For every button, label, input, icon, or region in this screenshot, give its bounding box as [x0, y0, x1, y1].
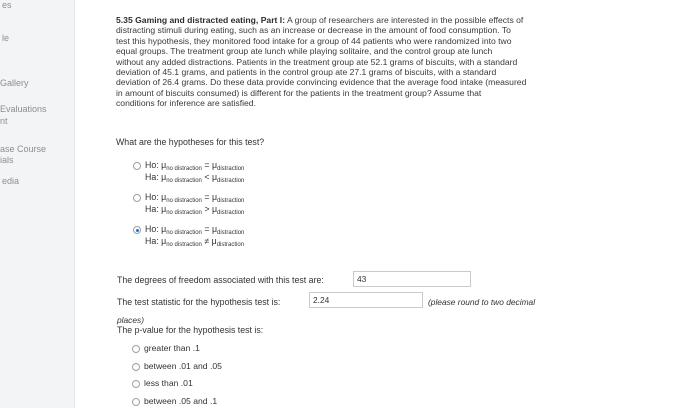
radio-button[interactable]	[132, 345, 140, 353]
main-content: 5.35 Gaming and distracted eating, Part …	[74, 0, 700, 408]
problem-line: test this hypothesis, they monitored foo…	[116, 35, 512, 46]
sidebar-item-course[interactable]: ase Course	[0, 144, 46, 154]
alt-hypothesis: Ha: μno distraction > μdistraction	[145, 204, 245, 216]
radio-button-selected[interactable]	[133, 226, 141, 234]
test-stat-input[interactable]	[309, 292, 423, 308]
problem-line: without any added distractions. Patients…	[116, 56, 518, 67]
alt-hypothesis: Ha: μno distraction ≠ μdistraction	[145, 236, 245, 248]
problem-line: conditions for inference are satisfied.	[116, 98, 256, 109]
problem-line: equal groups. The treatment group ate lu…	[116, 46, 493, 57]
null-hypothesis: Ho: μno distraction = μdistraction	[145, 224, 245, 236]
sidebar-item-gallery[interactable]: Gallery	[0, 78, 29, 88]
pvalue-option-label: between .01 and .05	[144, 361, 222, 371]
alt-hypothesis: Ha: μno distraction < μdistraction	[145, 172, 245, 184]
null-hypothesis: Ho: μno distraction = μdistraction	[145, 192, 245, 204]
rounding-note-cont: places)	[117, 315, 144, 325]
hypotheses-question: What are the hypotheses for this test?	[116, 137, 265, 147]
radio-button[interactable]	[132, 380, 140, 388]
radio-button[interactable]	[132, 398, 140, 406]
rounding-note: (please round to two decimal	[428, 297, 536, 307]
pvalue-label: The p-value for the hypothesis test is:	[117, 325, 264, 335]
problem-line: in amount of biscuits consumed) is diffe…	[116, 87, 482, 98]
test-stat-label: The test statistic for the hypothesis te…	[117, 297, 281, 307]
sidebar-item-media[interactable]: edia	[2, 176, 19, 186]
pvalue-option-label: greater than .1	[144, 343, 200, 353]
sidebar-item-materials[interactable]: ials	[0, 155, 14, 165]
null-hypothesis: Ho: μno distraction = μdistraction	[145, 160, 245, 172]
pvalue-option-label: between .05 and .1	[144, 396, 218, 406]
radio-button[interactable]	[133, 162, 141, 170]
problem-line: deviation of 45.1 grams, and patients in…	[116, 67, 497, 78]
sidebar-item-0[interactable]: es	[2, 0, 12, 10]
df-input[interactable]	[353, 271, 471, 287]
course-sidebar: es le Gallery Evaluations nt ase Course …	[0, 0, 75, 408]
problem-statement: 5.35 Gaming and distracted eating, Part …	[116, 15, 668, 109]
radio-button[interactable]	[132, 363, 140, 371]
problem-line: deviation of 26.4 grams. Do these data p…	[116, 77, 527, 88]
df-label: The degrees of freedom associated with t…	[117, 275, 324, 285]
problem-line: A group of researchers are interested in…	[286, 15, 524, 25]
pvalue-option-label: less than .01	[144, 378, 193, 388]
sidebar-item-evaluations[interactable]: Evaluations	[0, 104, 47, 114]
sidebar-item-4[interactable]: nt	[0, 116, 8, 126]
problem-title: 5.35 Gaming and distracted eating, Part …	[116, 15, 286, 25]
problem-line: distracting stimuli during eating, such …	[116, 25, 511, 36]
radio-button[interactable]	[133, 194, 141, 202]
sidebar-item-1[interactable]: le	[2, 33, 9, 43]
